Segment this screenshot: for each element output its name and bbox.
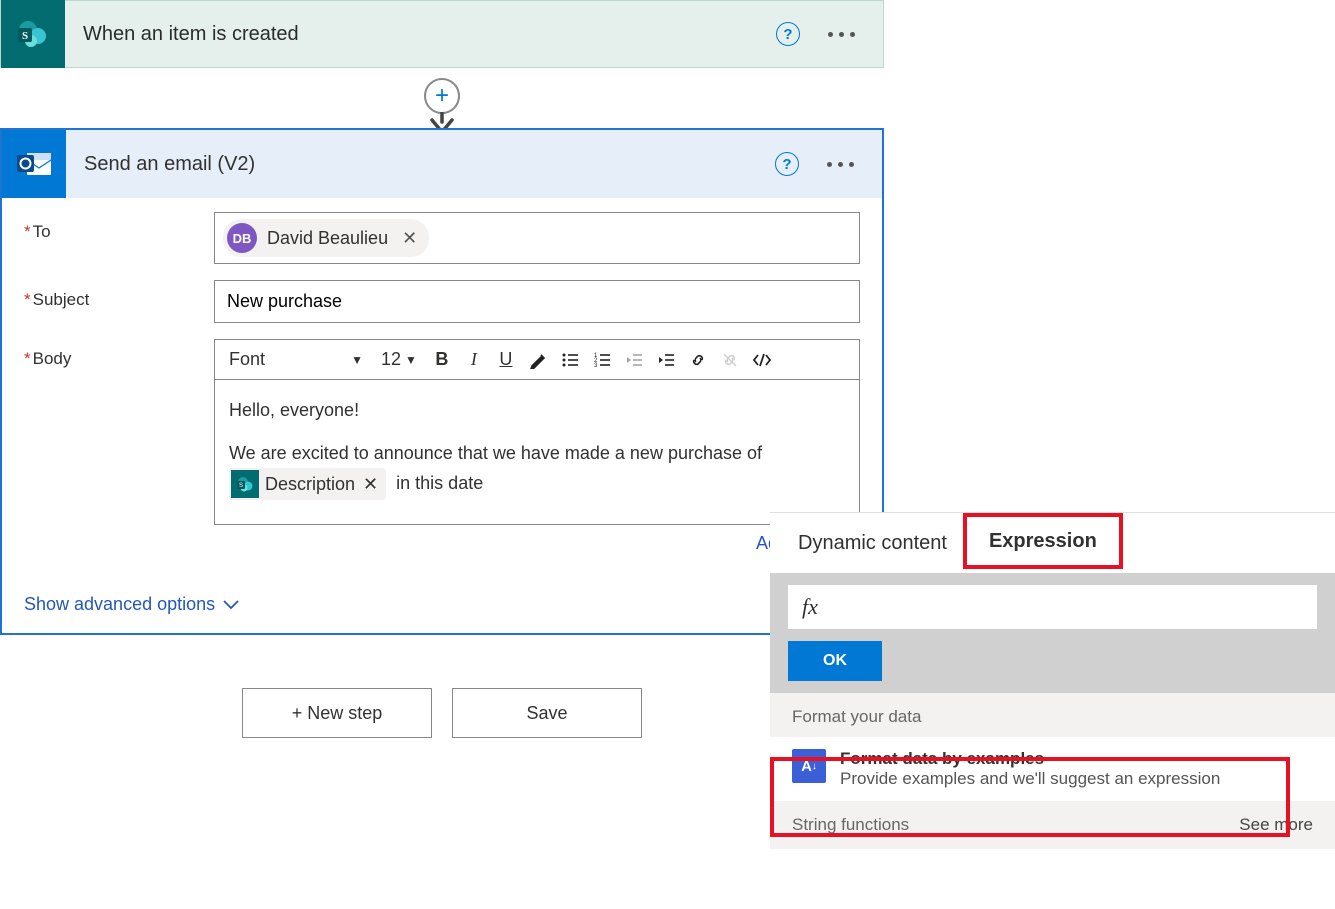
underline-icon[interactable]: U <box>491 345 521 375</box>
bullet-list-icon[interactable] <box>555 345 585 375</box>
action-card: Send an email (V2) ? *To DB David Beauli… <box>0 128 884 635</box>
sharepoint-icon: S <box>1 0 65 68</box>
svg-text:S: S <box>22 30 28 42</box>
to-label: *To <box>24 212 214 242</box>
ok-button[interactable]: OK <box>788 641 882 681</box>
more-icon[interactable] <box>827 162 854 167</box>
action-header[interactable]: Send an email (V2) ? <box>2 130 882 198</box>
more-icon[interactable] <box>828 32 855 37</box>
outlook-icon <box>2 130 66 198</box>
rte-toolbar: Font▼ 12▼ B I U <box>215 340 859 380</box>
subject-label: *Subject <box>24 280 214 310</box>
format-item-title: Format data by examples <box>840 749 1220 769</box>
italic-icon[interactable]: I <box>459 345 489 375</box>
body-label: *Body <box>24 339 214 369</box>
flow-connector: + <box>420 68 464 132</box>
format-section-label: Format your data <box>770 693 1335 737</box>
chevron-down-icon <box>223 600 239 610</box>
expression-panel: Dynamic content Expression fx OK Format … <box>770 512 1335 909</box>
sharepoint-small-icon: S <box>231 470 259 498</box>
format-icon: A↓ <box>792 749 826 783</box>
string-functions-label: String functions <box>792 815 909 835</box>
font-selector[interactable]: Font▼ <box>221 346 371 374</box>
show-advanced-options-link[interactable]: Show advanced options <box>24 594 239 615</box>
format-data-by-examples-item[interactable]: A↓ Format data by examples Provide examp… <box>770 737 1335 801</box>
indent-icon[interactable] <box>651 345 681 375</box>
link-icon[interactable] <box>683 345 713 375</box>
token-label: Description <box>265 470 355 499</box>
tab-dynamic-content[interactable]: Dynamic content <box>796 520 949 567</box>
add-dynamic-content-link[interactable]: Add dynamic <box>214 533 860 554</box>
trigger-title: When an item is created <box>83 23 299 46</box>
recipient-chip[interactable]: DB David Beaulieu ✕ <box>223 219 429 257</box>
tab-expression[interactable]: Expression <box>987 518 1099 568</box>
recipient-name: David Beaulieu <box>267 228 388 249</box>
action-title: Send an email (V2) <box>84 153 255 176</box>
numbered-list-icon[interactable]: 123 <box>587 345 617 375</box>
help-icon[interactable]: ? <box>776 22 800 46</box>
fx-icon: fx <box>802 594 818 620</box>
help-icon[interactable]: ? <box>775 152 799 176</box>
expression-input[interactable]: fx <box>788 585 1317 629</box>
format-item-desc: Provide examples and we'll suggest an ex… <box>840 769 1220 789</box>
bold-icon[interactable]: B <box>427 345 457 375</box>
avatar: DB <box>227 223 257 253</box>
code-view-icon[interactable] <box>747 345 777 375</box>
svg-text:3: 3 <box>594 363 598 369</box>
remove-token-icon[interactable]: ✕ <box>361 470 380 499</box>
see-more-link[interactable]: See more <box>1239 815 1313 835</box>
dynamic-token[interactable]: S Description ✕ <box>229 468 386 501</box>
add-step-button[interactable]: + <box>424 78 460 114</box>
save-button[interactable]: Save <box>452 688 642 738</box>
unlink-icon[interactable] <box>715 345 745 375</box>
new-step-button[interactable]: + New step <box>242 688 432 738</box>
outdent-icon[interactable] <box>619 345 649 375</box>
to-field[interactable]: DB David Beaulieu ✕ <box>214 212 860 264</box>
font-size-selector[interactable]: 12▼ <box>373 349 425 370</box>
body-line: We are excited to announce that we have … <box>229 439 845 468</box>
subject-input[interactable] <box>215 281 859 322</box>
color-picker-icon[interactable] <box>523 345 553 375</box>
body-editor[interactable]: Hello, everyone! We are excited to annou… <box>215 380 859 524</box>
trigger-card[interactable]: S When an item is created ? <box>0 0 884 68</box>
svg-text:S: S <box>239 483 243 489</box>
body-line: Hello, everyone! <box>229 396 845 425</box>
body-text: in this date <box>396 473 483 493</box>
remove-chip-icon[interactable]: ✕ <box>398 228 421 249</box>
